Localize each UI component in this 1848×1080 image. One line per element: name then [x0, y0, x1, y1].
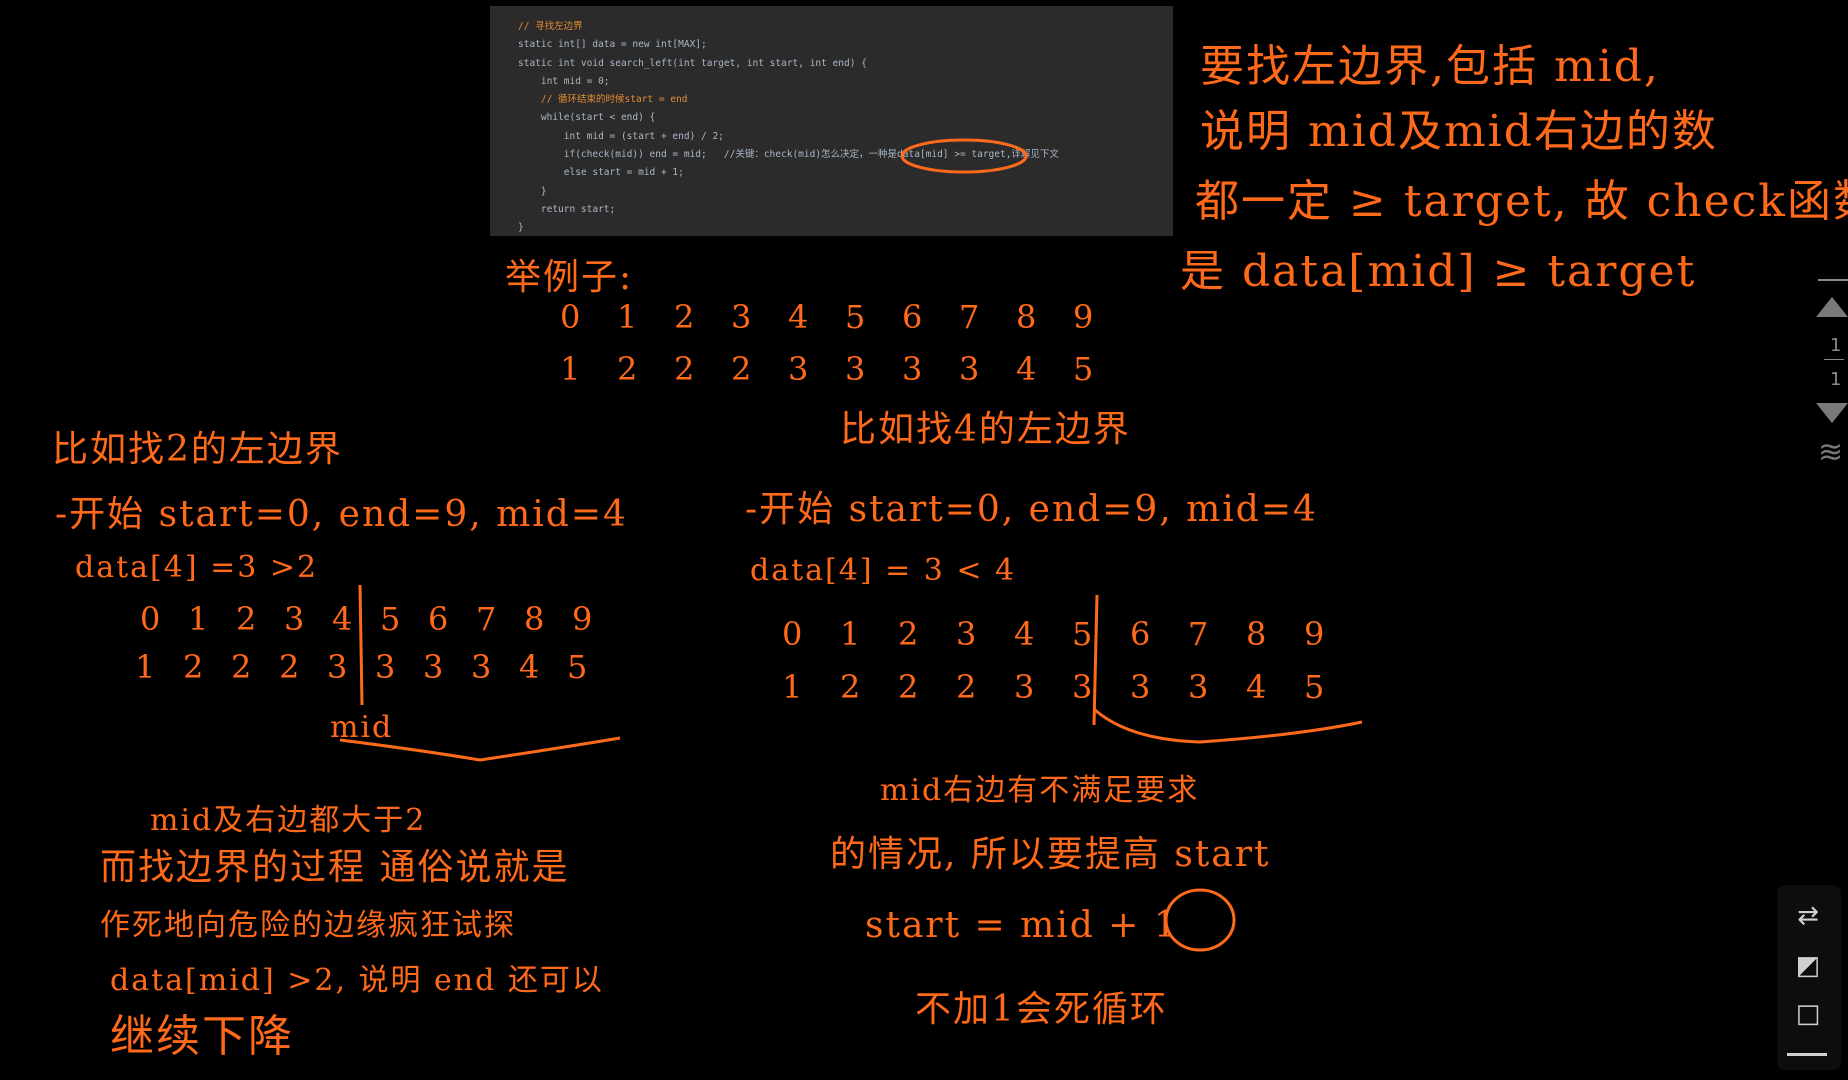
toolbar-bottom-bar	[1787, 1053, 1827, 1056]
page-separator	[1824, 359, 1844, 360]
bottom-toolbar: ⇄ ◩ □	[1777, 885, 1841, 1070]
side-toolbar: 1 1 ≋	[1808, 275, 1848, 485]
chevron-up-icon[interactable]	[1816, 297, 1848, 317]
layers-icon[interactable]: ≋	[1818, 435, 1843, 470]
left-divider-stroke	[358, 584, 364, 706]
right-divider-stroke	[1092, 594, 1099, 726]
crop-icon[interactable]: ◩	[1793, 951, 1823, 981]
circle-highlight-stroke	[900, 138, 1028, 174]
left-brace-stroke	[339, 736, 621, 762]
right-brace-stroke	[1094, 708, 1363, 744]
square-icon[interactable]: □	[1793, 999, 1823, 1029]
page-current: 1	[1830, 335, 1842, 356]
page-total: 1	[1830, 369, 1842, 390]
pen-strokes	[339, 138, 1363, 952]
swap-icon[interactable]: ⇄	[1793, 901, 1823, 931]
side-toolbar-divider	[1818, 279, 1848, 281]
chevron-down-icon[interactable]	[1816, 403, 1848, 423]
whiteboard-canvas[interactable]: // 寻找左边界 static int[] data = new int[MAX]…	[0, 0, 1848, 1080]
circle-plus-one-stroke	[1164, 888, 1236, 952]
